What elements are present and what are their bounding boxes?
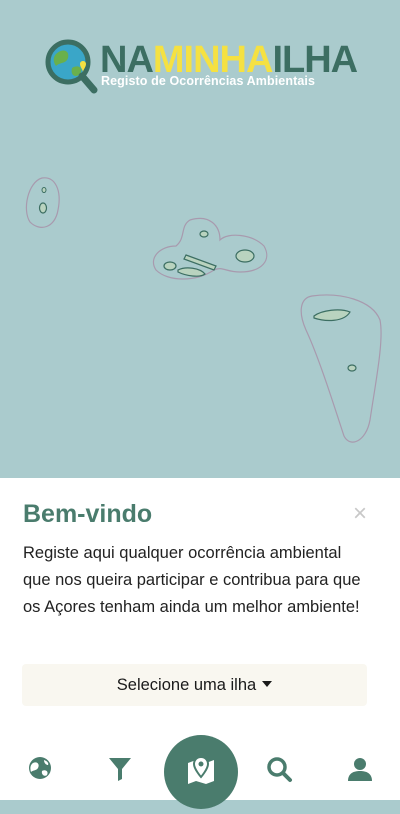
island-graciosa [199, 230, 209, 238]
nav-search-button[interactable] [262, 753, 298, 789]
filter-icon [109, 758, 131, 781]
island-faial [163, 261, 177, 271]
nav-globe-button[interactable] [22, 753, 58, 789]
island-sao-miguel [313, 309, 351, 322]
map-marker-icon [188, 755, 214, 784]
user-icon [348, 758, 372, 781]
island-santa-maria [347, 364, 357, 372]
island-flores [38, 202, 48, 214]
welcome-message: Registe aqui qualquer ocorrência ambient… [23, 544, 361, 616]
island-select-label: Selecione uma ilha [116, 676, 257, 694]
globe-magnifier-logo-icon [45, 39, 98, 94]
close-button[interactable]: × [348, 502, 372, 526]
app-logo: NAMINHAILHA Registo de Ocorrências Ambie… [44, 38, 364, 96]
nav-map-button[interactable] [164, 735, 238, 809]
logo-tagline: Registo de Ocorrências Ambientais [101, 74, 316, 88]
map-view[interactable]: NAMINHAILHA Registo de Ocorrências Ambie… [0, 0, 400, 478]
island-select[interactable]: Selecione uma ilha [22, 664, 367, 706]
caret-down-icon [262, 680, 273, 687]
island-pico [177, 267, 206, 277]
welcome-title: Bem-vindo [23, 500, 153, 528]
globe-icon [29, 757, 51, 779]
nav-profile-button[interactable] [342, 753, 378, 789]
island-terceira [235, 249, 255, 263]
bottom-nav [0, 735, 400, 809]
island-corvo [41, 187, 47, 193]
search-icon [267, 757, 292, 782]
nav-filter-button[interactable] [102, 753, 138, 789]
